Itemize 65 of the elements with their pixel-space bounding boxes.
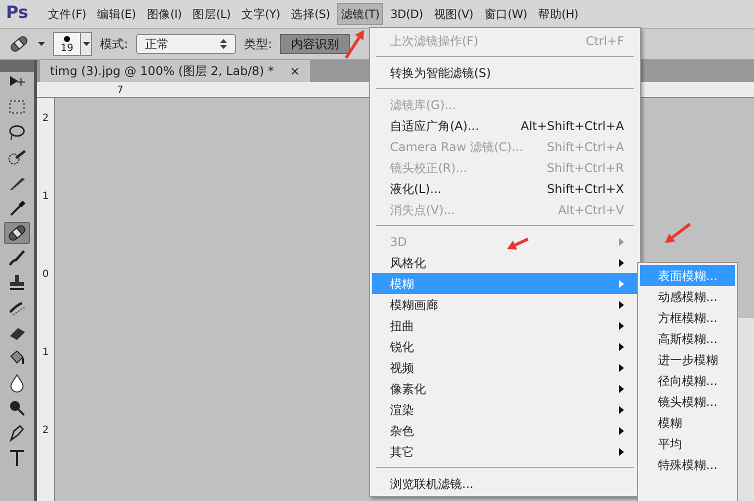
- menu-item[interactable]: 视频: [372, 357, 638, 378]
- menu-item[interactable]: 渲染: [372, 399, 638, 420]
- menu-item[interactable]: 编辑(E): [93, 3, 140, 25]
- brush-dot-icon: [64, 36, 70, 42]
- ruler-label: 2: [42, 424, 49, 438]
- menu-item[interactable]: 视图(V): [430, 3, 478, 25]
- menu-item[interactable]: 帮助(H): [534, 3, 582, 25]
- menu-item[interactable]: 平均: [640, 433, 735, 454]
- menu-item[interactable]: 3D(D): [386, 3, 427, 25]
- annotation-arrow: [507, 238, 529, 250]
- annotation-arrow: [665, 222, 691, 243]
- shortcut-text: Alt+Shift+Ctrl+A: [520, 118, 624, 134]
- menu-item[interactable]: 文件(F): [44, 3, 90, 25]
- shortcut-text: Ctrl+F: [586, 32, 624, 50]
- menu-item[interactable]: 特殊模糊...: [640, 454, 735, 475]
- menu-item[interactable]: 扭曲: [372, 315, 638, 336]
- close-button[interactable]: ×: [290, 62, 300, 80]
- menu-item[interactable]: 文字(Y): [238, 3, 284, 25]
- shortcut-text: Alt+Ctrl+V: [558, 202, 624, 218]
- menu-item[interactable]: 镜头模糊...: [640, 391, 735, 412]
- ruler-label: 7: [117, 84, 124, 97]
- menu-item[interactable]: 其它: [372, 441, 638, 462]
- menu-item[interactable]: 像素化: [372, 378, 638, 399]
- caret-icon: [82, 42, 90, 46]
- brush-size: 19: [60, 44, 74, 54]
- menu-item[interactable]: 风格化: [372, 252, 638, 273]
- menu-item[interactable]: 杂色: [372, 420, 638, 441]
- menu-item[interactable]: 径向模糊...: [640, 370, 735, 391]
- brush-preset[interactable]: 19: [53, 32, 81, 56]
- menu-item[interactable]: 模糊画廊: [372, 294, 638, 315]
- menu-item[interactable]: 锐化: [372, 336, 638, 357]
- ruler-label: 2: [42, 112, 49, 126]
- menu-item[interactable]: 滤镜(T): [336, 3, 384, 25]
- ruler-label: 0: [42, 268, 49, 282]
- shortcut-text: Shift+Ctrl+R: [546, 160, 624, 176]
- menu-item[interactable]: 高斯模糊...: [640, 328, 735, 349]
- content-aware-button[interactable]: 内容识别: [280, 34, 350, 54]
- ruler-label: 1: [42, 190, 49, 204]
- menu-item[interactable]: 图层(L): [188, 3, 235, 25]
- app-logo: Ps: [6, 2, 30, 26]
- menu-item[interactable]: 模糊: [640, 412, 735, 433]
- menu-item[interactable]: 动感模糊...: [640, 286, 735, 307]
- menu-item[interactable]: 进一步模糊: [640, 349, 735, 370]
- stepper-arrows-icon: [220, 39, 228, 49]
- bandage-tool-icon[interactable]: [4, 222, 30, 244]
- ruler-label: 1: [42, 346, 49, 360]
- panel-header: [0, 60, 34, 72]
- dropdown-button[interactable]: [80, 32, 92, 56]
- document-tab[interactable]: timg (3).jpg @ 100% (图层 2, Lab/8) * ×: [40, 60, 310, 82]
- shortcut-text: Shift+Ctrl+X: [547, 180, 624, 198]
- caret-icon[interactable]: [38, 42, 45, 46]
- menu-item[interactable]: 窗口(W): [480, 3, 532, 25]
- mode-label: 模式:: [100, 36, 128, 53]
- menu-item[interactable]: 图像(I): [142, 3, 186, 25]
- menu-item[interactable]: 浏览联机滤镜...: [372, 473, 638, 494]
- shortcut-text: Shift+Ctrl+A: [547, 138, 624, 156]
- document-title: timg (3).jpg @ 100% (图层 2, Lab/8) *: [50, 63, 274, 80]
- menu-item[interactable]: 转换为智能滤镜(S): [372, 62, 638, 83]
- menu-item[interactable]: 液化(L)... Shift+Ctrl+X: [372, 178, 638, 199]
- annotation-arrow: [344, 30, 364, 59]
- mode-select[interactable]: 正常: [136, 34, 236, 54]
- menu-item[interactable]: 选择(S): [287, 3, 334, 25]
- menu-item[interactable]: 自适应广角(A)... Alt+Shift+Ctrl+A: [372, 115, 638, 136]
- menu-item[interactable]: 方框模糊...: [640, 307, 735, 328]
- type-label: 类型:: [244, 36, 272, 53]
